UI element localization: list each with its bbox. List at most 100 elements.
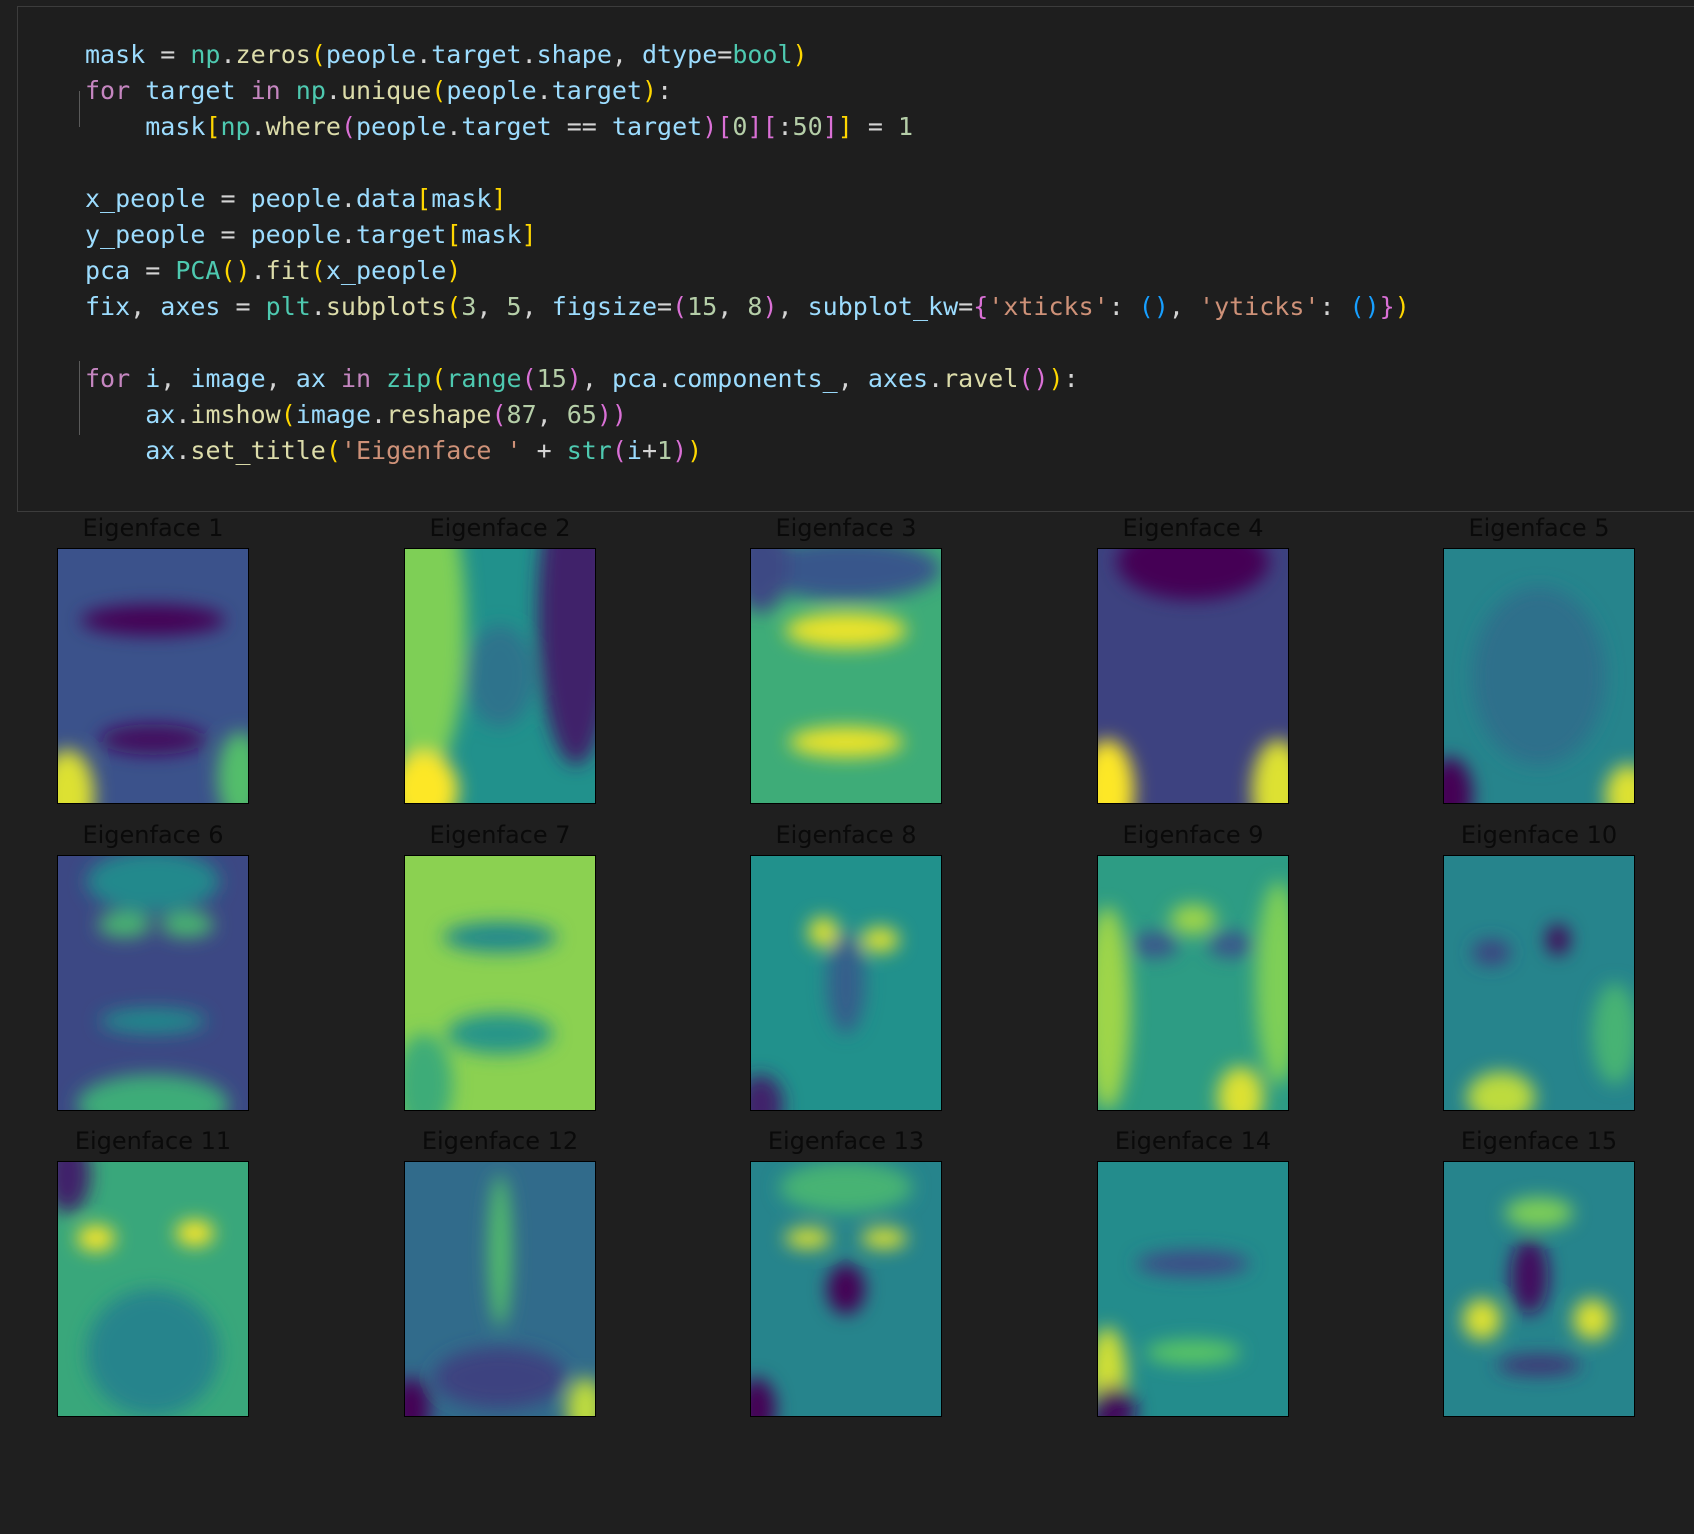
code-token: [	[762, 112, 778, 141]
panel-title: Eigenface 1	[82, 514, 224, 542]
eigenface-feature	[1136, 1250, 1250, 1277]
code-token: .	[536, 76, 552, 105]
eigenface-feature	[861, 1228, 907, 1249]
code-token: =	[852, 112, 898, 141]
eigenface-feature	[86, 1289, 220, 1416]
eigenface-feature	[1510, 1238, 1549, 1315]
code-token: .	[175, 400, 191, 429]
code-token: zeros	[235, 40, 311, 69]
code-token: mask	[461, 220, 522, 249]
code-token: .	[340, 220, 356, 249]
code-token: .	[521, 40, 537, 69]
code-token: ,	[611, 40, 642, 69]
code-token: subplots	[325, 292, 447, 321]
code-token: i	[626, 436, 642, 465]
code-token: 65	[566, 400, 597, 429]
eigenface-feature	[1463, 1299, 1501, 1340]
eigenface-feature	[779, 1162, 913, 1213]
code-line: for i, image, ax in zip(range(15), pca.c…	[85, 361, 1079, 397]
code-token: pca	[611, 364, 658, 393]
code-token: for	[85, 76, 131, 105]
code-token: ]	[747, 112, 763, 141]
code-token: bool	[732, 40, 793, 69]
code-token: [	[446, 220, 462, 249]
code-token: str	[566, 436, 612, 465]
code-token: =	[205, 184, 251, 213]
eigenface-feature	[77, 1225, 115, 1251]
code-token: .	[325, 76, 341, 105]
eigenface-image	[1443, 548, 1635, 804]
eigenface-image	[57, 855, 249, 1111]
code-token: np	[220, 112, 251, 141]
eigenface-feature	[1573, 1299, 1612, 1340]
code-token: people	[250, 220, 341, 249]
eigenface-feature	[99, 724, 207, 755]
code-line: fix, axes = plt.subplots(3, 5, figsize=(…	[85, 289, 1410, 325]
code-line: ax.set_title('Eigenface ' + str(i+1))	[85, 433, 702, 469]
eigenface-feature	[97, 911, 152, 938]
code-token: .	[220, 40, 236, 69]
panel-title: Eigenface 3	[775, 514, 917, 542]
code-token: .	[928, 364, 944, 393]
code-token: target	[355, 220, 447, 249]
code-token: imshow	[190, 400, 281, 429]
code-token: figsize	[551, 292, 658, 321]
code-token: ,	[476, 292, 507, 321]
code-token: target	[551, 76, 642, 105]
code-token: ax	[145, 436, 176, 465]
eigenface-feature	[827, 932, 865, 1034]
code-line: mask = np.zeros(people.target.shape, dty…	[85, 37, 808, 73]
code-token: (	[491, 400, 507, 429]
code-token: people	[446, 76, 537, 105]
code-token: :	[1063, 364, 1079, 393]
eigenface-image	[750, 855, 942, 1111]
code-token: =	[657, 292, 673, 321]
eigenface-feature	[1208, 932, 1254, 958]
code-token: .	[371, 400, 387, 429]
code-token: .	[175, 436, 191, 465]
code-line: for target in np.unique(people.target):	[85, 73, 672, 109]
code-token: people	[250, 184, 341, 213]
code-token: 1	[897, 112, 914, 141]
code-token: np	[295, 76, 326, 105]
eigenface-feature	[785, 1228, 831, 1249]
code-token: )	[642, 76, 658, 105]
indent-guide	[79, 91, 80, 127]
eigenface-image	[404, 1161, 596, 1417]
code-token: (	[446, 292, 462, 321]
code-token: 0	[732, 112, 748, 141]
code-token: 50	[792, 112, 823, 141]
code-token: =	[205, 220, 251, 249]
code-token: ]	[837, 112, 853, 141]
eigenface-feature	[789, 726, 903, 758]
code-token: (	[310, 40, 326, 69]
panel-title: Eigenface 14	[1114, 1127, 1272, 1155]
indent-guide	[79, 361, 80, 435]
code-token: target	[611, 112, 703, 141]
panel-title: Eigenface 7	[429, 821, 571, 849]
code-token: ,	[130, 292, 161, 321]
code-token: image	[295, 400, 372, 429]
code-token: )	[687, 436, 703, 465]
code-token: PCA	[175, 256, 221, 285]
code-token: (	[521, 364, 537, 393]
eigenface-feature	[443, 922, 557, 953]
code-line: pca = PCA().fit(x_people)	[85, 253, 461, 289]
code-cell[interactable]: mask = np.zeros(people.target.shape, dty…	[17, 6, 1694, 512]
code-token: plt	[265, 292, 311, 321]
code-token: )	[446, 256, 462, 285]
eigenface-feature	[80, 604, 226, 636]
code-token: ,	[1168, 292, 1200, 321]
code-token: (	[431, 76, 447, 105]
code-token: )	[1048, 364, 1064, 393]
code-token: ()	[220, 256, 251, 285]
code-token: =	[717, 40, 733, 69]
code-token: :	[1319, 292, 1350, 321]
code-token: [	[205, 112, 221, 141]
eigenface-image	[750, 1161, 942, 1417]
